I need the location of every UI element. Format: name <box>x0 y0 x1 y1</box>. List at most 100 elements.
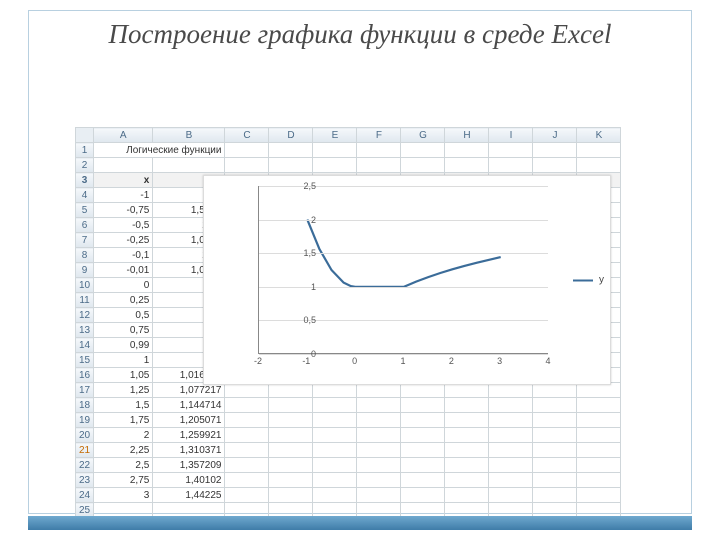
cell[interactable] <box>357 158 401 173</box>
cell[interactable] <box>313 398 357 413</box>
row-header[interactable]: 9 <box>76 263 94 278</box>
cell[interactable] <box>445 473 489 488</box>
cell-x[interactable] <box>94 158 153 173</box>
cell[interactable] <box>489 413 533 428</box>
cell[interactable] <box>357 398 401 413</box>
cell[interactable] <box>357 458 401 473</box>
cell-x[interactable]: 3 <box>94 488 153 503</box>
cell[interactable] <box>313 488 357 503</box>
row-header[interactable]: 14 <box>76 338 94 353</box>
cell-x[interactable]: 1,25 <box>94 383 153 398</box>
cell[interactable] <box>313 443 357 458</box>
row-header[interactable]: 24 <box>76 488 94 503</box>
embedded-chart[interactable]: y 00,511,522,5-2-101234 <box>203 175 611 385</box>
cell[interactable] <box>401 458 445 473</box>
cell[interactable] <box>225 458 269 473</box>
row-header[interactable]: 12 <box>76 308 94 323</box>
cell[interactable] <box>401 473 445 488</box>
cell[interactable] <box>269 143 313 158</box>
cell[interactable] <box>401 488 445 503</box>
row-header[interactable]: 5 <box>76 203 94 218</box>
cell-x[interactable]: -0,25 <box>94 233 153 248</box>
cell-x[interactable]: 2 <box>94 428 153 443</box>
cell[interactable] <box>225 413 269 428</box>
cell[interactable] <box>489 473 533 488</box>
cell[interactable] <box>577 428 621 443</box>
cell-x[interactable]: 2,5 <box>94 458 153 473</box>
cell[interactable] <box>357 428 401 443</box>
cell-y[interactable]: 1,357209 <box>153 458 225 473</box>
cell[interactable] <box>533 428 577 443</box>
merged-title-cell[interactable]: Логические функции <box>94 143 225 158</box>
cell-x[interactable]: -0,5 <box>94 218 153 233</box>
cell[interactable] <box>445 143 489 158</box>
row-header[interactable]: 22 <box>76 458 94 473</box>
cell[interactable] <box>489 458 533 473</box>
cell[interactable] <box>533 158 577 173</box>
col-header[interactable]: C <box>225 128 269 143</box>
row-header[interactable]: 11 <box>76 293 94 308</box>
cell[interactable] <box>445 488 489 503</box>
cell[interactable] <box>445 413 489 428</box>
row-header[interactable]: 10 <box>76 278 94 293</box>
row-header[interactable]: 2 <box>76 158 94 173</box>
cell[interactable] <box>401 143 445 158</box>
cell-y[interactable]: 1,205071 <box>153 413 225 428</box>
cell[interactable] <box>269 413 313 428</box>
row-header[interactable]: 3 <box>76 173 94 188</box>
corner-cell[interactable] <box>76 128 94 143</box>
row-header[interactable]: 6 <box>76 218 94 233</box>
cell[interactable] <box>269 473 313 488</box>
cell-y[interactable]: 1,44225 <box>153 488 225 503</box>
cell[interactable] <box>489 158 533 173</box>
cell[interactable] <box>577 413 621 428</box>
header-x[interactable]: x <box>94 173 153 188</box>
cell[interactable] <box>269 443 313 458</box>
row-header[interactable]: 13 <box>76 323 94 338</box>
cell-y[interactable]: 1,259921 <box>153 428 225 443</box>
cell[interactable] <box>357 473 401 488</box>
cell[interactable] <box>445 443 489 458</box>
col-header[interactable]: A <box>94 128 153 143</box>
row-header[interactable]: 7 <box>76 233 94 248</box>
row-header[interactable]: 19 <box>76 413 94 428</box>
cell-x[interactable]: -1 <box>94 188 153 203</box>
row-header[interactable]: 15 <box>76 353 94 368</box>
cell[interactable] <box>533 458 577 473</box>
cell[interactable] <box>313 458 357 473</box>
col-header[interactable]: I <box>489 128 533 143</box>
cell-x[interactable]: 2,75 <box>94 473 153 488</box>
cell-x[interactable]: 1,5 <box>94 398 153 413</box>
col-header[interactable]: G <box>401 128 445 143</box>
cell-x[interactable]: 0,5 <box>94 308 153 323</box>
cell[interactable] <box>489 488 533 503</box>
cell[interactable] <box>577 143 621 158</box>
cell[interactable] <box>313 413 357 428</box>
cell[interactable] <box>313 158 357 173</box>
cell[interactable] <box>357 443 401 458</box>
cell[interactable] <box>533 488 577 503</box>
col-header[interactable]: B <box>153 128 225 143</box>
cell[interactable] <box>401 443 445 458</box>
cell[interactable] <box>401 428 445 443</box>
cell[interactable] <box>577 488 621 503</box>
cell[interactable] <box>225 473 269 488</box>
cell[interactable] <box>225 443 269 458</box>
cell[interactable] <box>269 458 313 473</box>
col-header[interactable]: J <box>533 128 577 143</box>
row-header[interactable]: 4 <box>76 188 94 203</box>
cell[interactable] <box>313 428 357 443</box>
cell-x[interactable]: 0,25 <box>94 293 153 308</box>
cell-x[interactable]: 0,75 <box>94 323 153 338</box>
cell[interactable] <box>269 398 313 413</box>
cell[interactable] <box>269 428 313 443</box>
cell-x[interactable]: 0,99 <box>94 338 153 353</box>
cell[interactable] <box>533 413 577 428</box>
cell[interactable] <box>225 158 269 173</box>
col-header[interactable]: H <box>445 128 489 143</box>
cell[interactable] <box>357 488 401 503</box>
row-header[interactable]: 20 <box>76 428 94 443</box>
cell[interactable] <box>533 143 577 158</box>
row-header[interactable]: 21 <box>76 443 94 458</box>
cell[interactable] <box>313 143 357 158</box>
